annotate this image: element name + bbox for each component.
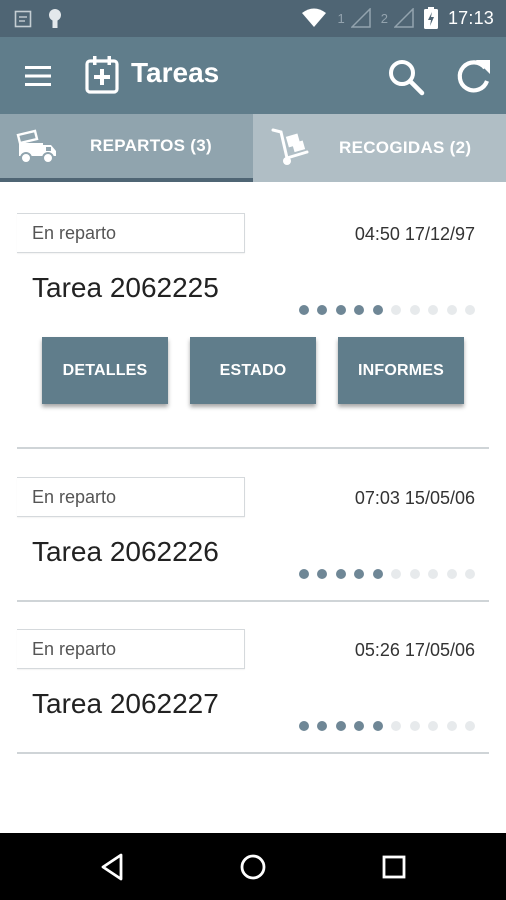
reports-button[interactable]: INFORMES: [338, 337, 464, 404]
progress-dot: [354, 721, 364, 731]
progress-dot: [354, 305, 364, 315]
progress-dot: [317, 721, 327, 731]
task-card[interactable]: En reparto 04:50 17/12/97 Tarea 2062225 …: [17, 199, 489, 449]
status-label: En reparto: [32, 639, 117, 659]
refresh-icon[interactable]: [452, 56, 494, 98]
hand-truck-icon: [271, 128, 309, 165]
recents-icon[interactable]: [378, 851, 410, 883]
home-icon[interactable]: [237, 851, 269, 883]
task-datetime: 05:26 17/05/06: [354, 640, 475, 660]
progress-dot: [372, 305, 383, 315]
signal-icon: [350, 8, 371, 28]
status-bar: 1 2 17:13: [0, 0, 506, 37]
progress-dot: [409, 721, 420, 731]
task-title: Tarea 2062226: [32, 536, 219, 567]
progress-dot: [298, 569, 309, 579]
progress-dots: [298, 569, 475, 579]
clock: 17:13: [447, 7, 494, 28]
progress-dot: [446, 305, 457, 315]
progress-dot: [317, 305, 327, 315]
status-label: En reparto: [32, 223, 117, 243]
status-button[interactable]: ESTADO: [190, 337, 316, 404]
tab-repartos[interactable]: REPARTOS (3): [0, 114, 253, 182]
page-title: Tareas: [131, 57, 220, 88]
task-datetime: 04:50 17/12/97: [354, 224, 475, 244]
task-card[interactable]: En reparto 07:03 15/05/06 Tarea 2062226: [17, 463, 489, 602]
android-icon: [49, 9, 61, 28]
progress-dot: [465, 569, 475, 579]
back-icon[interactable]: [97, 851, 129, 883]
progress-dot: [372, 721, 383, 731]
battery-charging-icon: [423, 7, 438, 29]
progress-dot: [446, 721, 457, 731]
task-datetime: 07:03 15/05/06: [354, 488, 475, 508]
progress-dot: [391, 721, 401, 731]
delivery-truck-icon: [16, 129, 56, 164]
task-title: Tarea 2062225: [32, 272, 219, 303]
progress-dot: [409, 569, 420, 579]
progress-dot: [298, 305, 309, 315]
app-bar: Tareas: [0, 37, 506, 114]
tab-bar: REPARTOS (3) RECOGIDAS (2): [0, 114, 506, 182]
progress-dot: [446, 569, 457, 579]
progress-dot: [391, 569, 401, 579]
progress-dot: [409, 305, 420, 315]
progress-dot: [335, 721, 346, 731]
progress-dot: [465, 721, 475, 731]
details-button[interactable]: DETALLES: [42, 337, 168, 404]
tab-recogidas[interactable]: RECOGIDAS (2): [253, 114, 506, 182]
progress-dot: [428, 305, 438, 315]
progress-dot: [465, 305, 475, 315]
status-badge: En reparto: [17, 213, 245, 253]
progress-dot: [298, 721, 309, 731]
tab-label: REPARTOS (3): [90, 136, 212, 155]
signal-icon: [393, 8, 414, 28]
task-card[interactable]: En reparto 05:26 17/05/06 Tarea 2062227: [17, 615, 489, 754]
tab-label: RECOGIDAS (2): [339, 138, 472, 157]
progress-dot: [391, 305, 401, 315]
progress-dot: [428, 721, 438, 731]
system-nav-bar: [0, 833, 506, 900]
progress-dot: [428, 569, 438, 579]
status-badge: En reparto: [17, 477, 245, 517]
status-label: En reparto: [32, 487, 117, 507]
progress-dots: [298, 721, 475, 731]
wifi-icon: [302, 8, 327, 27]
progress-dot: [335, 569, 346, 579]
calendar-add-icon: [85, 56, 119, 94]
progress-dot: [317, 569, 327, 579]
progress-dot: [354, 569, 364, 579]
progress-dots: [298, 305, 475, 315]
status-badge: En reparto: [17, 629, 245, 669]
progress-dot: [335, 305, 346, 315]
menu-icon[interactable]: [22, 61, 56, 91]
search-icon[interactable]: [386, 57, 426, 97]
sim1-label: 1: [337, 10, 345, 26]
task-actions: DETALLES ESTADO INFORMES: [42, 337, 464, 404]
sim2-label: 2: [380, 10, 388, 26]
notification-icon: [14, 10, 32, 28]
progress-dot: [372, 569, 383, 579]
task-title: Tarea 2062227: [32, 688, 219, 719]
